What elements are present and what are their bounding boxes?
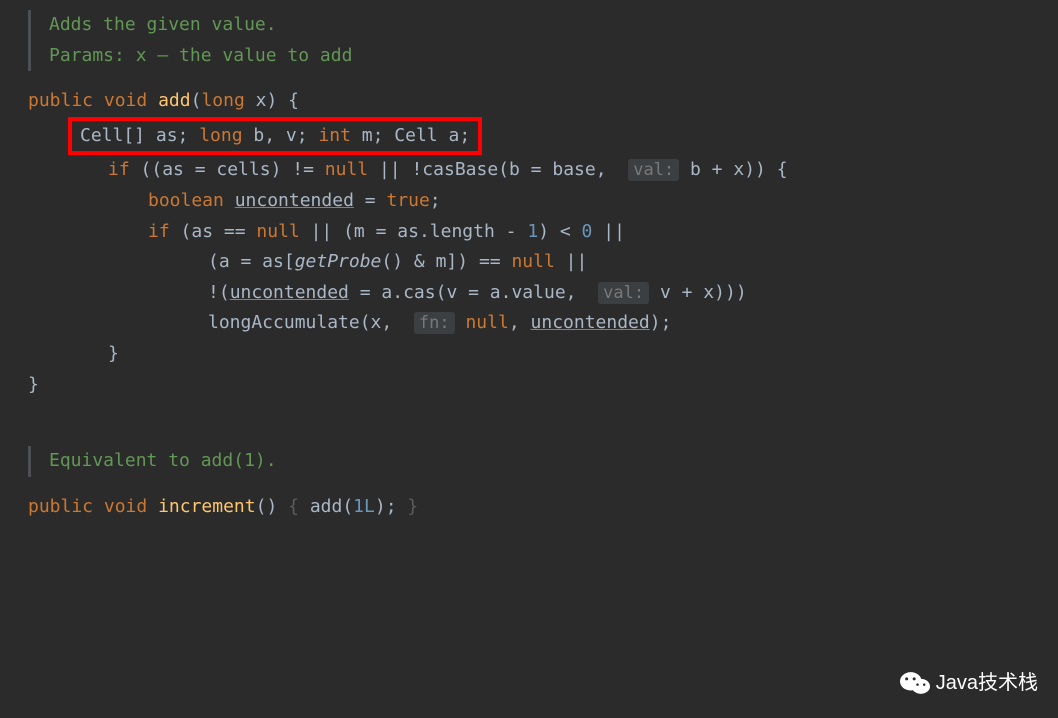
param-hint: val: xyxy=(598,282,649,304)
close-brace: } xyxy=(0,339,1058,370)
watermark-text: Java技术栈 xyxy=(936,666,1038,700)
accumulate-call: longAccumulate(x, fn: null, uncontended)… xyxy=(0,308,1058,339)
inner-if: if (as == null || (m = as.length - 1) < … xyxy=(0,217,1058,248)
doc-line: Adds the given value. xyxy=(49,10,1058,41)
doc-line: Equivalent to add(1). xyxy=(49,446,1058,477)
highlight-box: Cell[] as; long b, v; int m; Cell a; xyxy=(68,117,482,156)
doc-line: Params: x – the value to add xyxy=(49,41,1058,72)
method-signature-add: public void add(long x) { xyxy=(0,86,1058,117)
condition-line: (a = as[getProbe() & m]) == null || xyxy=(0,247,1058,278)
if-statement: if ((as = cells) != null || !casBase(b =… xyxy=(0,155,1058,186)
param-hint: fn: xyxy=(414,312,455,334)
boolean-decl: boolean uncontended = true; xyxy=(0,186,1058,217)
javadoc-block-2: Equivalent to add(1). xyxy=(28,446,1058,477)
method-signature-increment: public void increment() { add(1L); } xyxy=(0,492,1058,523)
javadoc-block-1: Adds the given value. Params: x – the va… xyxy=(28,10,1058,71)
watermark: Java技术栈 xyxy=(900,666,1038,700)
close-brace: } xyxy=(0,370,1058,401)
condition-line: !(uncontended = a.cas(v = a.value, val: … xyxy=(0,278,1058,309)
wechat-icon xyxy=(900,670,930,696)
declarations-line: Cell[] as; long b, v; int m; Cell a; xyxy=(0,117,1058,156)
param-hint: val: xyxy=(628,159,679,181)
